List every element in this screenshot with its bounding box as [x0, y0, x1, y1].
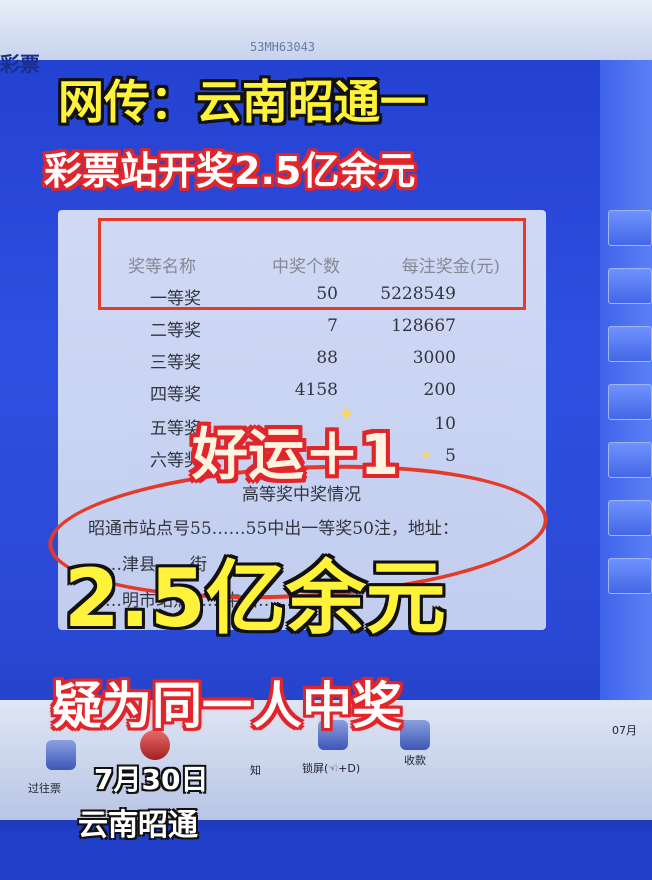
subline: 疑为同一人中奖	[52, 677, 402, 735]
side-button-4[interactable]	[608, 384, 652, 420]
headline-line2: 彩票站开奖2.5亿余元	[44, 149, 416, 193]
table-row: 二等奖 7 128667	[58, 316, 546, 348]
big-amount: 2.5亿余元	[64, 552, 446, 645]
taskbar-item[interactable]: 锁屏(☜+D)	[302, 760, 360, 776]
side-button-7[interactable]	[608, 558, 652, 594]
side-button-1[interactable]	[608, 210, 652, 246]
taskbar-item[interactable]: 知	[250, 762, 261, 778]
side-button-6[interactable]	[608, 500, 652, 536]
table-row: 三等奖 88 3000	[58, 348, 546, 380]
cash-icon	[400, 720, 430, 750]
highlight-box	[98, 218, 526, 310]
row-prize: 3000	[412, 348, 456, 368]
row-count: 88	[316, 348, 338, 368]
row-prize: 5	[445, 446, 456, 466]
taskbar-item[interactable]: 收款	[404, 752, 426, 768]
side-button-3[interactable]	[608, 326, 652, 362]
side-button-2[interactable]	[608, 268, 652, 304]
row-prize: 10	[434, 414, 456, 434]
headline-line1: 网传：云南昭通一	[58, 75, 426, 129]
side-button-5[interactable]	[608, 442, 652, 478]
lucky-sticker: 好运＋1	[192, 423, 399, 488]
app-logo: 彩票	[0, 52, 40, 76]
ticket-history-icon	[46, 740, 76, 770]
place-caption: 云南昭通	[78, 808, 198, 843]
screen-background: 彩票 53MH63043 奖等名称 中奖个数 每注奖金(元) 一等奖 50 52…	[0, 0, 652, 880]
taskbar-item[interactable]: 过往票	[28, 780, 61, 796]
top-bar: 彩票 53MH63043	[0, 0, 652, 76]
date-caption: 7月30日	[94, 763, 209, 796]
row-count: 4158	[294, 380, 338, 400]
terminal-code: 53MH63043	[250, 40, 316, 54]
table-row: 四等奖 4158 200	[58, 380, 546, 412]
taskbar-item: 07月	[612, 724, 637, 737]
row-name: 二等奖	[150, 321, 201, 341]
row-name: 四等奖	[150, 385, 201, 405]
row-prize: 128667	[391, 316, 456, 336]
row-prize: 200	[423, 380, 456, 400]
row-name: 三等奖	[150, 353, 201, 373]
row-count: 7	[327, 316, 338, 336]
sparkle-icon: ✦	[420, 448, 432, 464]
sparkle-icon: ✦	[338, 402, 355, 426]
